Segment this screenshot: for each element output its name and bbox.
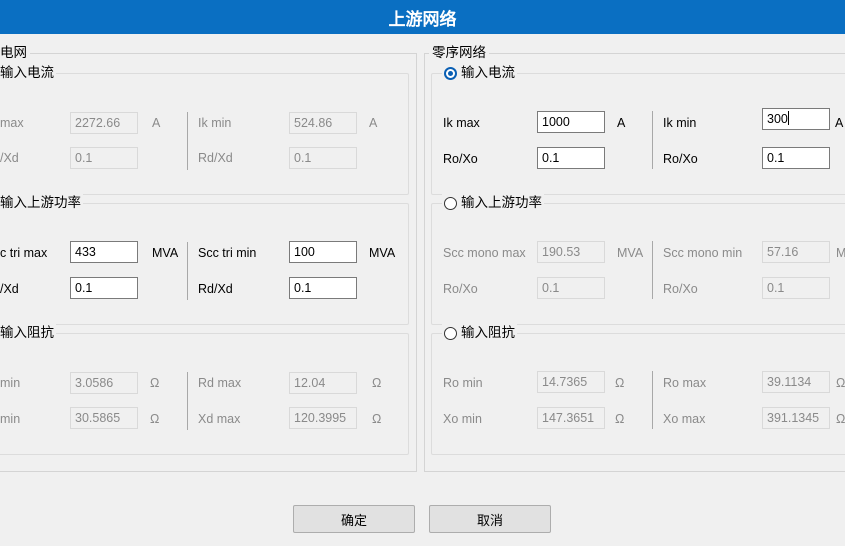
grid-current-separator [187, 112, 188, 170]
zero-current-radio[interactable]: 输入电流 [442, 64, 517, 82]
grid-rd-max-unit: Ω [372, 376, 382, 390]
zero-scc-min-unit: M [836, 246, 845, 260]
grid-rdxd-label: /Xd [0, 151, 19, 165]
zero-ik-max-field[interactable]: 1000 [537, 111, 605, 133]
radio-unchecked-icon[interactable] [444, 196, 457, 210]
zero-xo-min-unit: Ω [615, 412, 625, 426]
grid-scc-min-field[interactable]: 100 [289, 241, 357, 263]
zero-xo-max-unit: Ω [836, 412, 845, 426]
zero-ik-max-label: Ik max [443, 116, 480, 130]
grid-ik-max-field[interactable]: 2272.66 [70, 112, 138, 134]
grid-current-section: 输入电流 [0, 64, 409, 195]
zero-xo-max-label: Xo max [663, 412, 706, 426]
zero-ik-min-value: 300 [767, 112, 788, 126]
grid-x-min-unit: Ω [150, 412, 160, 426]
grid-r-min-label: min [0, 376, 21, 390]
zero-ro-min-unit: Ω [615, 376, 625, 390]
zero-roxo-field[interactable]: 0.1 [537, 147, 605, 169]
zero-power-label: 输入上游功率 [461, 195, 542, 210]
grid-rd-max-label: Rd max [198, 376, 242, 390]
zero-ro-min-label: Ro min [443, 376, 483, 390]
zero-xo-min-label: Xo min [443, 412, 482, 426]
grid-impedance-separator [187, 372, 188, 430]
grid-rdxd2-field[interactable]: 0.1 [289, 147, 357, 169]
grid-r-min-unit: Ω [150, 376, 160, 390]
zero-scc-min-field[interactable]: 57.16 [762, 241, 830, 263]
grid-power-label[interactable]: 输入上游功率 [0, 194, 83, 212]
grid-power-section: 输入上游功率 [0, 194, 409, 325]
grid-rdxd2-label: Rd/Xd [198, 151, 233, 165]
grid-xd-max-field[interactable]: 120.3995 [289, 407, 357, 429]
zero-roxo-label: Ro/Xo [443, 152, 478, 166]
zero-power-roxo-field[interactable]: 0.1 [537, 277, 605, 299]
zero-current-separator [652, 111, 653, 169]
zero-ik-min-unit: A [835, 116, 844, 130]
zero-roxo2-label: Ro/Xo [663, 152, 698, 166]
grid-power-separator [187, 242, 188, 300]
grid-power-rdxd2-label: Rd/Xd [198, 282, 233, 296]
zero-ro-max-unit: Ω [836, 376, 845, 390]
zero-ro-max-field[interactable]: 39.1134 [762, 371, 830, 393]
zero-xo-min-field[interactable]: 147.3651 [537, 407, 605, 429]
zero-ro-min-field[interactable]: 14.7365 [537, 371, 605, 393]
radio-checked-icon[interactable] [444, 66, 457, 80]
zero-scc-max-unit: MVA [617, 246, 644, 260]
grid-impedance-label[interactable]: 输入阻抗 [0, 324, 56, 342]
zero-impedance-label: 输入阻抗 [461, 325, 515, 340]
window-title: 上游网络 [0, 0, 845, 34]
zero-current-section: 输入电流 [431, 64, 845, 195]
zero-ik-min-label: Ik min [663, 116, 697, 130]
zero-impedance-section: 输入阻抗 [431, 324, 845, 455]
grid-group-legend: 电网 [0, 45, 30, 61]
grid-scc-max-field[interactable]: 433 [70, 241, 138, 263]
grid-ik-max-label: max [0, 116, 24, 130]
zero-ro-max-label: Ro max [663, 376, 707, 390]
zero-power-roxo2-field[interactable]: 0.1 [762, 277, 830, 299]
zero-ik-min-field[interactable]: 300 [762, 108, 830, 130]
grid-power-rdxd-field[interactable]: 0.1 [70, 277, 138, 299]
zero-scc-max-label: Scc mono max [443, 246, 526, 260]
grid-x-min-label: min [0, 412, 21, 426]
zero-group-legend: 零序网络 [429, 45, 489, 61]
text-cursor [787, 111, 789, 125]
zero-power-radio[interactable]: 输入上游功率 [442, 194, 544, 212]
zero-current-label: 输入电流 [461, 65, 515, 80]
zero-power-roxo2-label: Ro/Xo [663, 282, 698, 296]
zero-roxo2-field[interactable]: 0.1 [762, 147, 830, 169]
zero-scc-min-label: Scc mono min [663, 246, 743, 260]
zero-xo-max-field[interactable]: 391.1345 [762, 407, 830, 429]
zero-power-section: 输入上游功率 [431, 194, 845, 325]
grid-ik-min-label: Ik min [198, 116, 232, 130]
ok-button[interactable]: 确定 [293, 505, 415, 533]
zero-impedance-radio[interactable]: 输入阻抗 [442, 324, 517, 342]
grid-scc-min-unit: MVA [369, 246, 396, 260]
grid-power-rdxd2-field[interactable]: 0.1 [289, 277, 357, 299]
grid-xd-max-label: Xd max [198, 412, 241, 426]
grid-current-label[interactable]: 输入电流 [0, 64, 56, 82]
cancel-button[interactable]: 取消 [429, 505, 551, 533]
grid-ik-min-unit: A [369, 116, 378, 130]
grid-ik-min-field[interactable]: 524.86 [289, 112, 357, 134]
grid-scc-min-label: Scc tri min [198, 246, 257, 260]
grid-ik-max-unit: A [152, 116, 161, 130]
zero-impedance-separator [652, 371, 653, 429]
zero-ik-max-unit: A [617, 116, 626, 130]
grid-rd-max-field[interactable]: 12.04 [289, 372, 357, 394]
grid-scc-max-label: c tri max [0, 246, 48, 260]
grid-rdxd-field[interactable]: 0.1 [70, 147, 138, 169]
grid-power-rdxd-label: /Xd [0, 282, 19, 296]
grid-r-min-field[interactable]: 3.0586 [70, 372, 138, 394]
zero-power-separator [652, 241, 653, 299]
zero-scc-max-field[interactable]: 190.53 [537, 241, 605, 263]
grid-impedance-section: 输入阻抗 [0, 324, 409, 455]
grid-scc-max-unit: MVA [152, 246, 179, 260]
grid-xd-max-unit: Ω [372, 412, 382, 426]
zero-power-roxo-label: Ro/Xo [443, 282, 478, 296]
grid-x-min-field[interactable]: 30.5865 [70, 407, 138, 429]
radio-unchecked-icon[interactable] [444, 326, 457, 340]
